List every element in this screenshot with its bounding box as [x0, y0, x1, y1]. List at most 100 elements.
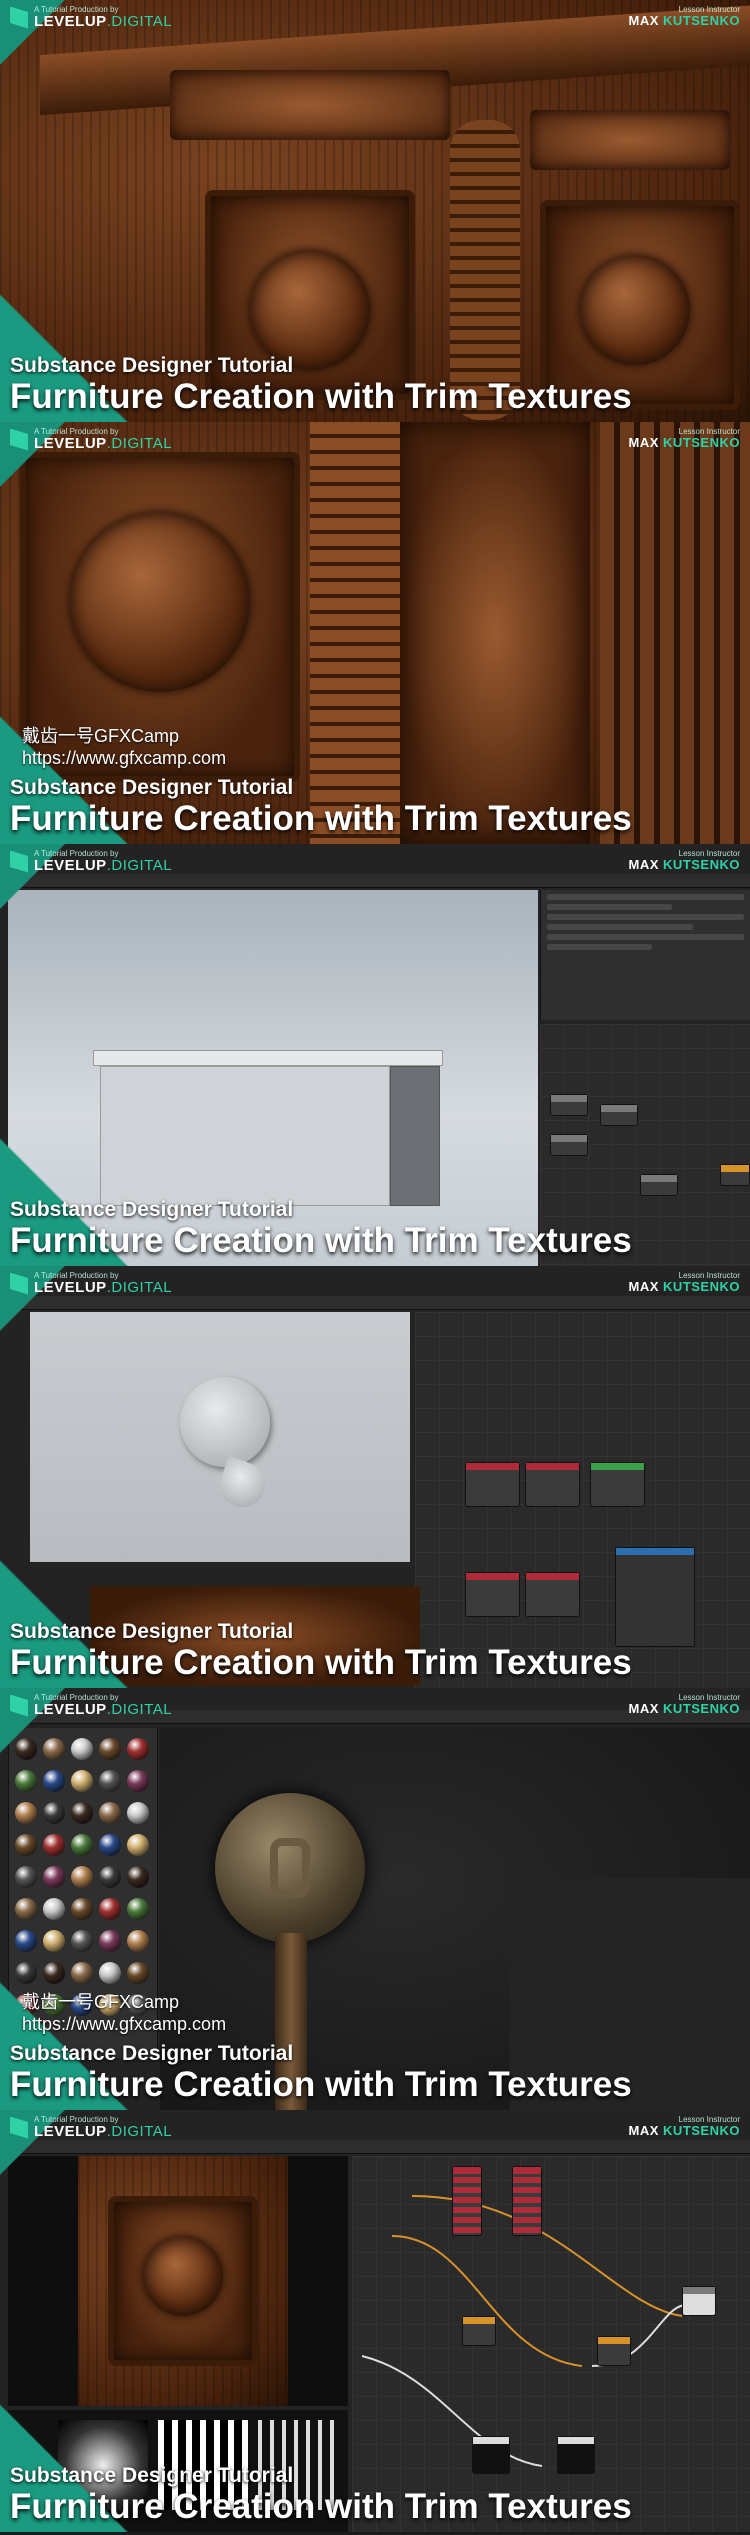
thumbnail-handle-material-library: A Tutorial Production by LEVELUP.DIGITAL… [0, 1688, 750, 2110]
thumbnail-carving-closeup: A Tutorial Production by LEVELUP.DIGITAL… [0, 422, 750, 844]
instructor-name: MAX KUTSENKO [629, 858, 740, 871]
app-menu-bar[interactable] [0, 874, 750, 888]
caption-subtitle: Substance Designer Tutorial [10, 1197, 294, 1221]
material-preview-swatch[interactable] [127, 1802, 149, 1824]
brand-name-accent: .DIGITAL [106, 1279, 173, 1296]
levelup-logo: A Tutorial Production by LEVELUP.DIGITAL [10, 1694, 172, 1717]
watermark-site-name: 戴齿一号GFXCamp [22, 726, 180, 746]
levelup-icon [10, 6, 28, 29]
levelup-logo: A Tutorial Production by LEVELUP.DIGITAL [10, 6, 172, 29]
instructor-first-name: MAX [628, 1279, 659, 1294]
material-preview-swatch[interactable] [99, 1898, 121, 1920]
brand-tagline: A Tutorial Production by [34, 2115, 119, 2124]
material-preview-swatch[interactable] [127, 1866, 149, 1888]
brand-tagline: A Tutorial Production by [34, 1693, 119, 1702]
levelup-logo: A Tutorial Production by LEVELUP.DIGITAL [10, 850, 172, 873]
material-preview-swatch[interactable] [15, 1834, 37, 1856]
material-preview-swatch[interactable] [71, 1866, 93, 1888]
material-preview-swatch[interactable] [127, 1770, 149, 1792]
instructor-last-name: KUTSENKO [663, 857, 740, 872]
watermark-url: https://www.gfxcamp.com [22, 748, 227, 768]
material-preview-swatch[interactable] [127, 1930, 149, 1952]
instructor-role: Lesson Instructor [678, 1693, 740, 1702]
brand-name: LEVELUP.DIGITAL [34, 2124, 172, 2139]
caption-subtitle: Substance Designer Tutorial [10, 2041, 294, 2065]
material-preview-swatch[interactable] [71, 1898, 93, 1920]
2d-view[interactable] [30, 1312, 410, 1562]
material-preview-swatch[interactable] [43, 1802, 65, 1824]
brand-name-bold: LEVELUP [34, 857, 107, 874]
brand-tagline: A Tutorial Production by [34, 5, 119, 14]
app-menu-bar[interactable] [0, 2140, 750, 2154]
material-preview-swatch[interactable] [127, 1834, 149, 1856]
material-preview-swatch[interactable] [99, 1866, 121, 1888]
caption-title: Furniture Creation with Trim Textures [10, 376, 632, 416]
caption-block: Substance Designer Tutorial Furniture Cr… [10, 2042, 632, 2105]
instructor-badge: Lesson Instructor MAX KUTSENKO [629, 849, 740, 872]
instructor-last-name: KUTSENKO [663, 435, 740, 450]
properties-panel[interactable] [540, 890, 750, 1020]
levelup-logo: A Tutorial Production by LEVELUP.DIGITAL [10, 1272, 172, 1295]
caption-title: Furniture Creation with Trim Textures [10, 2064, 632, 2104]
material-preview-swatch[interactable] [43, 1834, 65, 1856]
material-preview-swatch[interactable] [71, 1770, 93, 1792]
material-preview-swatch[interactable] [99, 1834, 121, 1856]
material-preview-swatch[interactable] [127, 1738, 149, 1760]
brand-name-bold: LEVELUP [34, 2123, 107, 2140]
material-preview-swatch[interactable] [15, 1898, 37, 1920]
3d-viewport[interactable] [8, 2156, 348, 2406]
watermark: 戴齿一号GFXCamp https://www.gfxcamp.com [22, 1988, 226, 2035]
watermark-site-name: 戴齿一号GFXCamp [22, 1992, 180, 2012]
instructor-last-name: KUTSENKO [663, 1701, 740, 1716]
brand-name: LEVELUP.DIGITAL [34, 14, 172, 29]
levelup-icon [10, 1694, 28, 1717]
brand-name-accent: .DIGITAL [106, 13, 173, 30]
instructor-role: Lesson Instructor [678, 5, 740, 14]
material-preview-swatch[interactable] [127, 1898, 149, 1920]
material-preview-swatch[interactable] [43, 1930, 65, 1952]
material-preview-swatch[interactable] [15, 1802, 37, 1824]
caption-title: Furniture Creation with Trim Textures [10, 1220, 632, 1260]
material-preview-swatch[interactable] [99, 1738, 121, 1760]
instructor-badge: Lesson Instructor MAX KUTSENKO [629, 2116, 740, 2138]
thumbnail-blockout-viewport: A Tutorial Production by LEVELUP.DIGITAL… [0, 844, 750, 1266]
material-preview-swatch[interactable] [71, 1834, 93, 1856]
instructor-name: MAX KUTSENKO [629, 2124, 740, 2137]
brand-name-bold: LEVELUP [34, 13, 107, 30]
material-preview-swatch[interactable] [15, 1930, 37, 1952]
instructor-first-name: MAX [628, 435, 659, 450]
instructor-role: Lesson Instructor [678, 849, 740, 858]
material-preview-swatch[interactable] [71, 1930, 93, 1952]
levelup-logo: A Tutorial Production by LEVELUP.DIGITAL [10, 2116, 172, 2139]
app-menu-bar[interactable] [0, 1296, 750, 1310]
instructor-last-name: KUTSENKO [663, 1279, 740, 1294]
brand-tagline: A Tutorial Production by [34, 849, 119, 858]
watermark: 戴齿一号GFXCamp https://www.gfxcamp.com [22, 722, 226, 769]
caption-block: Substance Designer Tutorial Furniture Cr… [10, 1198, 632, 1261]
brand-name: LEVELUP.DIGITAL [34, 858, 172, 873]
caption-block: Substance Designer Tutorial Furniture Cr… [10, 354, 632, 417]
material-preview-swatch[interactable] [15, 1770, 37, 1792]
material-preview-swatch[interactable] [43, 1866, 65, 1888]
thumbnail-cabinet-render: A Tutorial Production by LEVELUP.DIGITAL… [0, 0, 750, 422]
material-preview-swatch[interactable] [43, 1770, 65, 1792]
brand-name: LEVELUP.DIGITAL [34, 1280, 172, 1295]
instructor-name: MAX KUTSENKO [629, 14, 740, 27]
levelup-icon [10, 1272, 28, 1295]
brand-name: LEVELUP.DIGITAL [34, 1702, 172, 1717]
material-preview-swatch[interactable] [99, 1770, 121, 1792]
material-preview-swatch[interactable] [15, 1866, 37, 1888]
instructor-last-name: KUTSENKO [663, 2123, 740, 2138]
instructor-name: MAX KUTSENKO [629, 436, 740, 449]
caption-title: Furniture Creation with Trim Textures [10, 2486, 632, 2526]
material-preview-swatch[interactable] [99, 1802, 121, 1824]
caption-subtitle: Substance Designer Tutorial [10, 2463, 294, 2487]
instructor-badge: Lesson Instructor MAX KUTSENKO [628, 1272, 740, 1294]
material-preview-swatch[interactable] [43, 1898, 65, 1920]
material-preview-swatch[interactable] [71, 1802, 93, 1824]
material-preview-swatch[interactable] [99, 1930, 121, 1952]
instructor-name: MAX KUTSENKO [629, 1702, 740, 1715]
instructor-first-name: MAX [628, 2123, 659, 2138]
caption-block: Substance Designer Tutorial Furniture Cr… [10, 1620, 632, 1683]
caption-title: Furniture Creation with Trim Textures [10, 1642, 632, 1682]
